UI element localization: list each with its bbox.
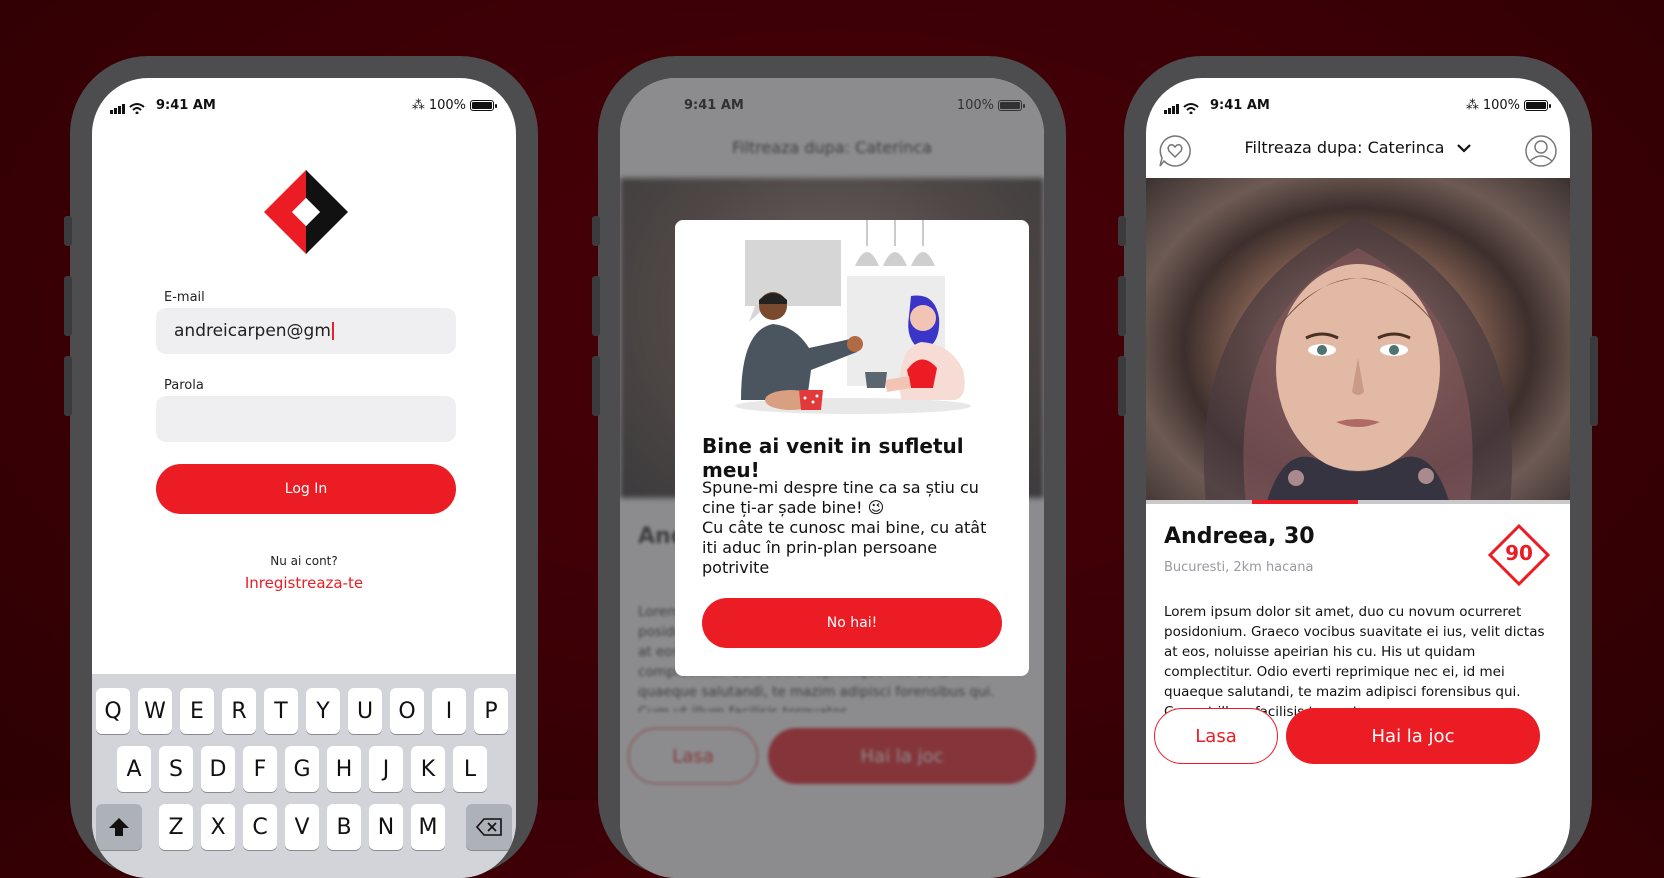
photo-progress-fill	[1252, 500, 1358, 504]
email-label: E-mail	[164, 290, 205, 305]
shift-key[interactable]	[96, 804, 142, 850]
key[interactable]: F	[243, 746, 277, 792]
password-field[interactable]	[156, 396, 456, 442]
backspace-icon	[476, 818, 502, 836]
no-account-text: Nu ai cont?	[270, 554, 338, 568]
phone-welcome: Filtreaza dupa: Caterinca Andreea, 30 Lo…	[592, 56, 1066, 878]
couple-illustration	[735, 220, 971, 414]
key[interactable]: B	[327, 804, 361, 850]
keyboard: Q W E R T Y U O I P A S D F G H J K L Z …	[92, 674, 516, 878]
key[interactable]: H	[327, 746, 361, 792]
key[interactable]: I	[432, 688, 466, 734]
filter-label: Filtreaza dupa: Caterinca	[1244, 138, 1445, 157]
accept-button[interactable]: Hai la joc	[1286, 708, 1540, 764]
app-logo	[264, 170, 348, 254]
key[interactable]: K	[411, 746, 445, 792]
welcome-modal: Bine ai venit in sufletul meu! Spune-mi …	[675, 220, 1029, 676]
status-time: 9:41 AM	[1210, 98, 1270, 113]
key[interactable]: L	[453, 746, 487, 792]
welcome-screen: Filtreaza dupa: Caterinca Andreea, 30 Lo…	[620, 78, 1044, 878]
key[interactable]: S	[159, 746, 193, 792]
no-hai-button[interactable]: No hai!	[702, 598, 1002, 648]
filter-dropdown[interactable]: Filtreaza dupa: Caterinca	[1146, 138, 1570, 157]
key[interactable]: M	[411, 804, 445, 850]
modal-body: Spune-mi despre tine ca sa știu cu cine …	[702, 478, 987, 577]
key[interactable]: P	[474, 688, 508, 734]
key[interactable]: A	[117, 746, 151, 792]
key[interactable]: E	[180, 688, 214, 734]
signal-wifi-icon	[110, 103, 145, 114]
battery-icon	[1524, 100, 1551, 111]
key[interactable]: Z	[159, 804, 193, 850]
key[interactable]: G	[285, 746, 319, 792]
profile-location: Bucuresti, 2km hacana	[1164, 560, 1314, 575]
key[interactable]: Q	[96, 688, 130, 734]
modal-title: Bine ai venit in sufletul meu!	[702, 434, 964, 482]
profile-screen: 9:41 AM ⁂ 100% Filtreaza dupa: Caterinca	[1146, 78, 1570, 878]
key[interactable]: U	[348, 688, 382, 734]
compatibility-score: 90	[1505, 541, 1533, 565]
profile-photo[interactable]	[1146, 178, 1570, 504]
battery-icon	[470, 100, 497, 111]
status-bar: 9:41 AM ⁂ 100%	[92, 78, 516, 118]
shift-icon	[109, 818, 129, 836]
key[interactable]: X	[201, 804, 235, 850]
profile-bio: Lorem ipsum dolor sit amet, duo cu novum…	[1164, 604, 1545, 720]
key[interactable]: T	[264, 688, 298, 734]
backspace-key[interactable]	[466, 804, 512, 850]
key[interactable]: J	[369, 746, 403, 792]
battery-percent: 100%	[1482, 98, 1520, 113]
profile-name: Andreea, 30	[1164, 524, 1315, 549]
password-label: Parola	[164, 378, 204, 393]
register-link[interactable]: Inregistreaza-te	[92, 574, 516, 592]
email-field[interactable]: andreicarpen@gm	[156, 308, 456, 354]
battery-percent: 100%	[428, 98, 466, 113]
bluetooth-icon: ⁂	[1465, 98, 1479, 113]
key[interactable]: N	[369, 804, 403, 850]
login-screen: 9:41 AM ⁂ 100% E-mail andreicarpen@gm Pa…	[92, 78, 516, 878]
key[interactable]: W	[138, 688, 172, 734]
signal-wifi-icon	[1164, 103, 1199, 114]
key[interactable]: O	[390, 688, 424, 734]
email-value: andreicarpen@gm	[174, 321, 331, 341]
key[interactable]: C	[243, 804, 277, 850]
key[interactable]: Y	[306, 688, 340, 734]
phone-login: 9:41 AM ⁂ 100% E-mail andreicarpen@gm Pa…	[64, 56, 538, 878]
status-bar: 9:41 AM ⁂ 100%	[1146, 78, 1570, 118]
decline-button[interactable]: Lasa	[1154, 708, 1278, 764]
key[interactable]: R	[222, 688, 256, 734]
status-time: 9:41 AM	[156, 98, 216, 113]
text-caret	[331, 322, 334, 340]
compatibility-score-badge: 90	[1487, 523, 1551, 587]
profile-photo-graphic	[1203, 218, 1513, 504]
photo-progress-bar	[1146, 500, 1570, 504]
key[interactable]: D	[201, 746, 235, 792]
chevron-down-icon	[1456, 144, 1471, 153]
key[interactable]: V	[285, 804, 319, 850]
bluetooth-icon: ⁂	[411, 98, 425, 113]
login-button[interactable]: Log In	[156, 464, 456, 514]
phone-profile: 9:41 AM ⁂ 100% Filtreaza dupa: Caterinca	[1118, 56, 1598, 878]
